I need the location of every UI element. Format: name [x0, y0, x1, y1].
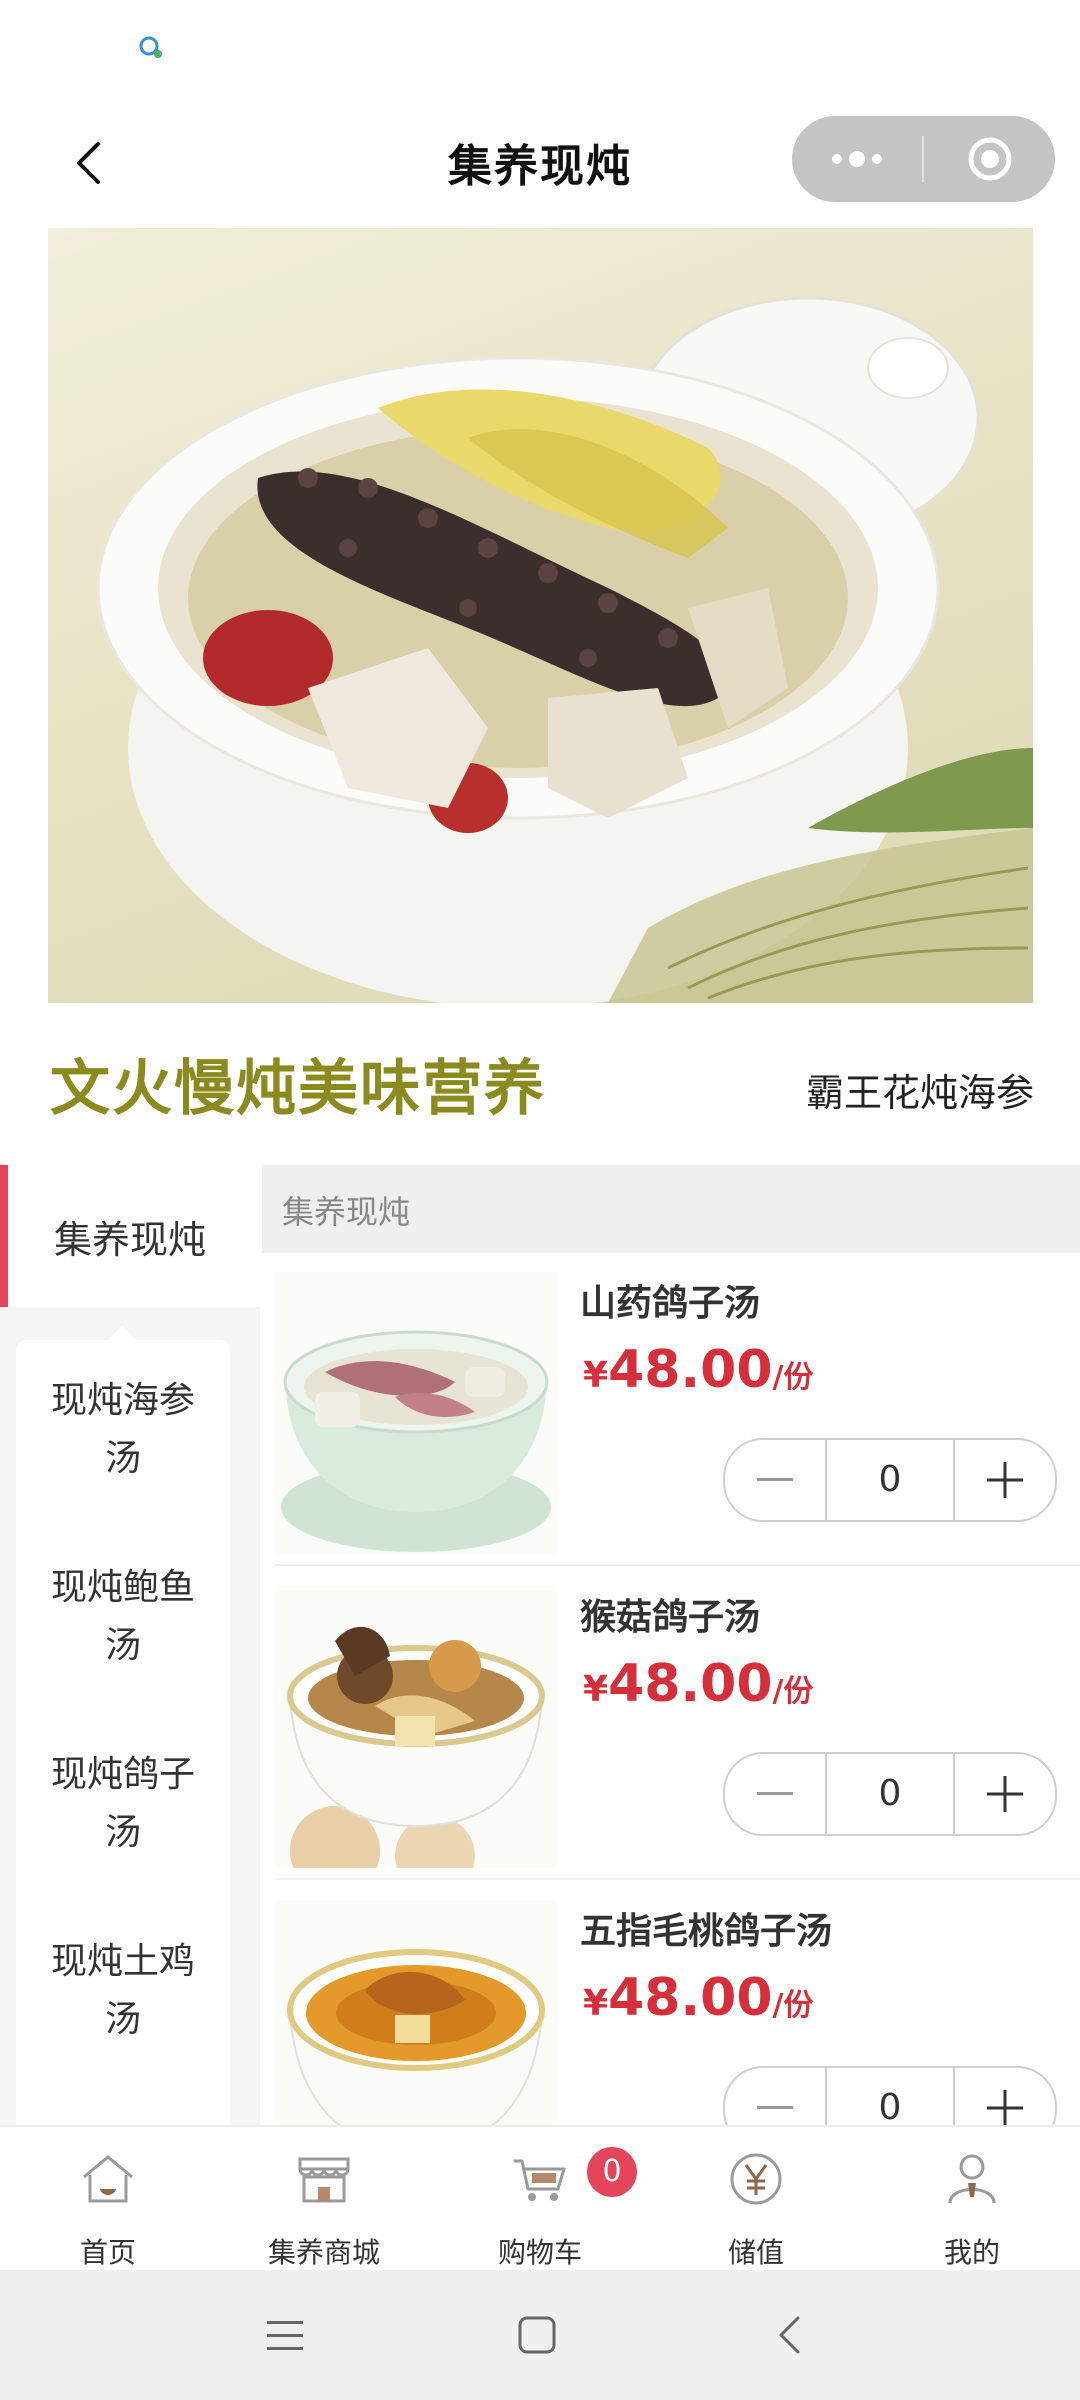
quantity-value[interactable]: 0 [827, 1754, 953, 1834]
tab-home[interactable]: 首页 [0, 2127, 216, 2272]
category-sidebar: 集养现炖 现炖海参 汤 现炖鲍鱼 汤 现炖鸽子 汤 现炖土鸡 汤 [0, 1165, 260, 2140]
home-icon [83, 2155, 133, 2203]
plus-icon [987, 2090, 1023, 2125]
product-image[interactable] [275, 1272, 557, 1554]
quantity-stepper: 0 [723, 2066, 1057, 2125]
sidebar-item-label-line2: 汤 [104, 1999, 141, 2040]
sidebar-item-pigeon-soup[interactable]: 现炖鸽子 汤 [16, 1746, 230, 1862]
decrease-button[interactable] [725, 1440, 825, 1520]
tab-recharge[interactable]: 储值 [648, 2127, 864, 2272]
close-miniprogram-button[interactable] [924, 116, 1055, 202]
product-item: 猴菇鸽子汤 ¥48.00/份 0 [275, 1576, 1080, 1880]
seafood-soup-pot-illustration [96, 296, 1033, 1003]
tab-cart[interactable]: 0 购物车 [432, 2127, 648, 2272]
sidebar-item-abalone-soup[interactable]: 现炖鲍鱼 汤 [16, 1559, 230, 1675]
price-amount: 48.00 [608, 1654, 773, 1714]
status-bar [0, 0, 1080, 100]
price-amount: 48.00 [608, 1340, 773, 1400]
tab-label: 储值 [727, 2236, 784, 2269]
sidebar-item-label-line1: 现炖鸽子 [50, 1754, 195, 1795]
user-icon [948, 2154, 996, 2204]
price-currency: ¥ [583, 1669, 609, 1710]
sidebar-item-label-line1: 现炖土鸡 [50, 1941, 195, 1982]
sidebar-item-label-line2: 汤 [104, 1625, 141, 1666]
product-price: ¥48.00/份 [583, 1340, 814, 1400]
product-price: ¥48.00/份 [583, 1654, 814, 1714]
quantity-stepper: 0 [723, 1438, 1057, 1522]
quantity-value[interactable]: 0 [827, 2068, 953, 2125]
category-section-title: 集养现炖 [282, 1193, 411, 1231]
minus-icon [757, 1792, 793, 1795]
tab-label: 集养商城 [267, 2236, 380, 2269]
quantity-stepper: 0 [723, 1752, 1057, 1836]
product-item: 五指毛桃鸽子汤 ¥48.00/份 0 [275, 1890, 1080, 2125]
product-image[interactable] [275, 1586, 557, 1868]
bottom-tab-bar: 首页 集养商城 0 购物车 储值 我的 [0, 2125, 1080, 2272]
tab-label: 我的 [943, 2236, 1000, 2269]
product-name[interactable]: 山药鸽子汤 [580, 1274, 760, 1326]
tab-shop[interactable]: 集养商城 [216, 2127, 432, 2272]
menu-button[interactable] [240, 2300, 330, 2370]
sidebar-category-active[interactable]: 集养现炖 [0, 1165, 260, 1307]
product-item: 山药鸽子汤 ¥48.00/份 0 [275, 1262, 1080, 1566]
five-finger-peach-pigeon-soup-illustration [287, 1949, 545, 2125]
yen-icon [730, 2153, 782, 2205]
subcategory-panel: 现炖海参 汤 现炖鲍鱼 汤 现炖鸽子 汤 现炖土鸡 汤 [16, 1326, 230, 2140]
quantity-value[interactable]: 0 [827, 1440, 953, 1520]
sidebar-category-label: 集养现炖 [53, 1218, 206, 1262]
plus-icon [987, 1462, 1023, 1498]
tab-label: 购物车 [497, 2236, 582, 2269]
back-arrow-icon [779, 2316, 800, 2354]
plus-icon [987, 1776, 1023, 1812]
increase-button[interactable] [955, 1440, 1055, 1520]
category-section-header: 集养现炖 [262, 1165, 1080, 1253]
miniprogram-capsule [792, 116, 1055, 202]
decrease-button[interactable] [725, 2068, 825, 2125]
minus-icon [757, 2106, 793, 2109]
product-image[interactable] [275, 1900, 557, 2125]
notification-icon [139, 36, 162, 58]
nav-header: 集养现炖 [0, 100, 1080, 226]
product-name[interactable]: 猴菇鸽子汤 [580, 1588, 760, 1640]
home-nav-button[interactable] [492, 2300, 582, 2370]
shop-icon [298, 2157, 350, 2203]
sidebar-item-label-line1: 现炖鲍鱼 [50, 1567, 195, 1608]
price-amount: 48.00 [608, 1968, 773, 2028]
system-navigation-bar [0, 2270, 1080, 2400]
sidebar-item-sea-cucumber-soup[interactable]: 现炖海参 汤 [16, 1372, 230, 1488]
more-dots-icon [832, 151, 882, 167]
hero-slogan: 文火慢炖美味营养 [50, 1054, 546, 1124]
product-price: ¥48.00/份 [583, 1968, 814, 2028]
price-unit: /份 [772, 1360, 814, 1395]
product-name[interactable]: 五指毛桃鸽子汤 [580, 1902, 832, 1954]
tab-profile[interactable]: 我的 [864, 2127, 1080, 2272]
price-unit: /份 [772, 1988, 814, 2023]
yam-pigeon-soup-illustration [281, 1330, 551, 1552]
menu-icon [267, 2321, 303, 2350]
square-home-icon [518, 2316, 556, 2354]
more-button[interactable] [792, 116, 922, 202]
price-currency: ¥ [583, 1983, 609, 2024]
hero-banner-image[interactable] [48, 228, 1033, 1003]
minus-icon [757, 1478, 793, 1481]
tab-label: 首页 [79, 2236, 136, 2269]
hero-dish-name: 霸王花炖海参 [805, 1071, 1034, 1115]
sidebar-item-label-line2: 汤 [104, 1438, 141, 1479]
cart-icon [514, 2159, 566, 2201]
decrease-button[interactable] [725, 1754, 825, 1834]
mushroom-pigeon-soup-illustration [287, 1626, 545, 1868]
target-close-icon [968, 137, 1011, 181]
price-unit: /份 [772, 1674, 814, 1709]
increase-button[interactable] [955, 2068, 1055, 2125]
price-currency: ¥ [583, 1355, 609, 1396]
panel-notch [108, 1326, 136, 1340]
increase-button[interactable] [955, 1754, 1055, 1834]
cart-count-badge: 0 [587, 2147, 637, 2197]
sidebar-item-label-line2: 汤 [104, 1812, 141, 1853]
back-nav-button[interactable] [744, 2300, 834, 2370]
sidebar-item-chicken-soup[interactable]: 现炖土鸡 汤 [16, 1933, 230, 2049]
sidebar-item-label-line1: 现炖海参 [50, 1380, 195, 1421]
